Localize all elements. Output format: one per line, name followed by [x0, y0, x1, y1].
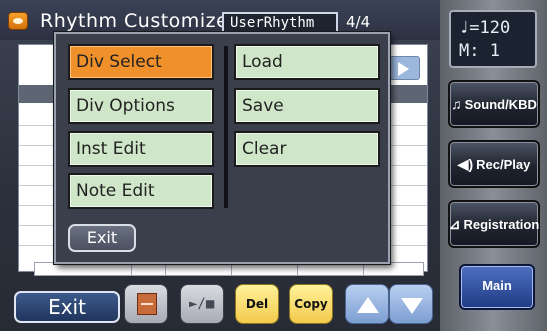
rec-play-label: Rec/Play: [476, 156, 531, 172]
tempo-readout: ♩=120: [459, 18, 511, 38]
page-title: Rhythm Customize: [40, 10, 229, 32]
exit-button[interactable]: Exit: [14, 291, 120, 323]
music-note-icon: ♫: [451, 96, 462, 112]
main-button[interactable]: Main: [459, 264, 535, 310]
copy-button[interactable]: Copy: [289, 284, 333, 324]
beat-icon: [137, 293, 157, 315]
sound-kbd-label: Sound/KBD: [464, 96, 537, 112]
book-icon: ⊿: [448, 215, 461, 232]
rec-play-button[interactable]: ◀) Rec/Play: [448, 140, 540, 188]
status-display: ♩=120 M: 1: [449, 10, 537, 68]
speaker-icon: ◀): [457, 155, 474, 172]
arrow-down-icon: [401, 298, 423, 314]
div-select-button[interactable]: Div Select: [68, 44, 214, 80]
beat-button[interactable]: [124, 284, 168, 324]
grid-bottom-strip: [34, 262, 424, 276]
main-area: Rhythm Customize UserRhythm 1 4/4 Div Se…: [0, 0, 440, 331]
arrow-up-icon: [357, 297, 379, 313]
note-edit-button[interactable]: Note Edit: [68, 173, 214, 209]
save-button[interactable]: Save: [234, 88, 380, 124]
inst-edit-button[interactable]: Inst Edit: [68, 131, 214, 167]
scroll-down-button[interactable]: [389, 284, 433, 324]
div-options-button[interactable]: Div Options: [68, 88, 214, 124]
sound-kbd-button[interactable]: ♫ Sound/KBD: [448, 80, 540, 128]
page-indicator: 4/4: [346, 13, 371, 31]
drum-icon: [8, 12, 28, 30]
delete-button[interactable]: Del: [235, 284, 279, 324]
scroll-up-button[interactable]: [345, 284, 389, 324]
rhythm-name-field[interactable]: UserRhythm 1: [222, 12, 338, 47]
registration-button[interactable]: ⊿ Registration: [448, 200, 540, 248]
edit-menu-popup: Div Select Div Options Inst Edit Note Ed…: [54, 32, 390, 264]
play-stop-icon: ►/■: [189, 296, 215, 312]
clear-button[interactable]: Clear: [234, 131, 380, 167]
load-button[interactable]: Load: [234, 44, 380, 80]
play-stop-button[interactable]: ►/■: [180, 284, 224, 324]
popup-exit-button[interactable]: Exit: [68, 224, 136, 252]
measure-readout: M: 1: [459, 41, 500, 61]
menu-divider: [224, 46, 228, 208]
registration-label: Registration: [463, 216, 540, 232]
